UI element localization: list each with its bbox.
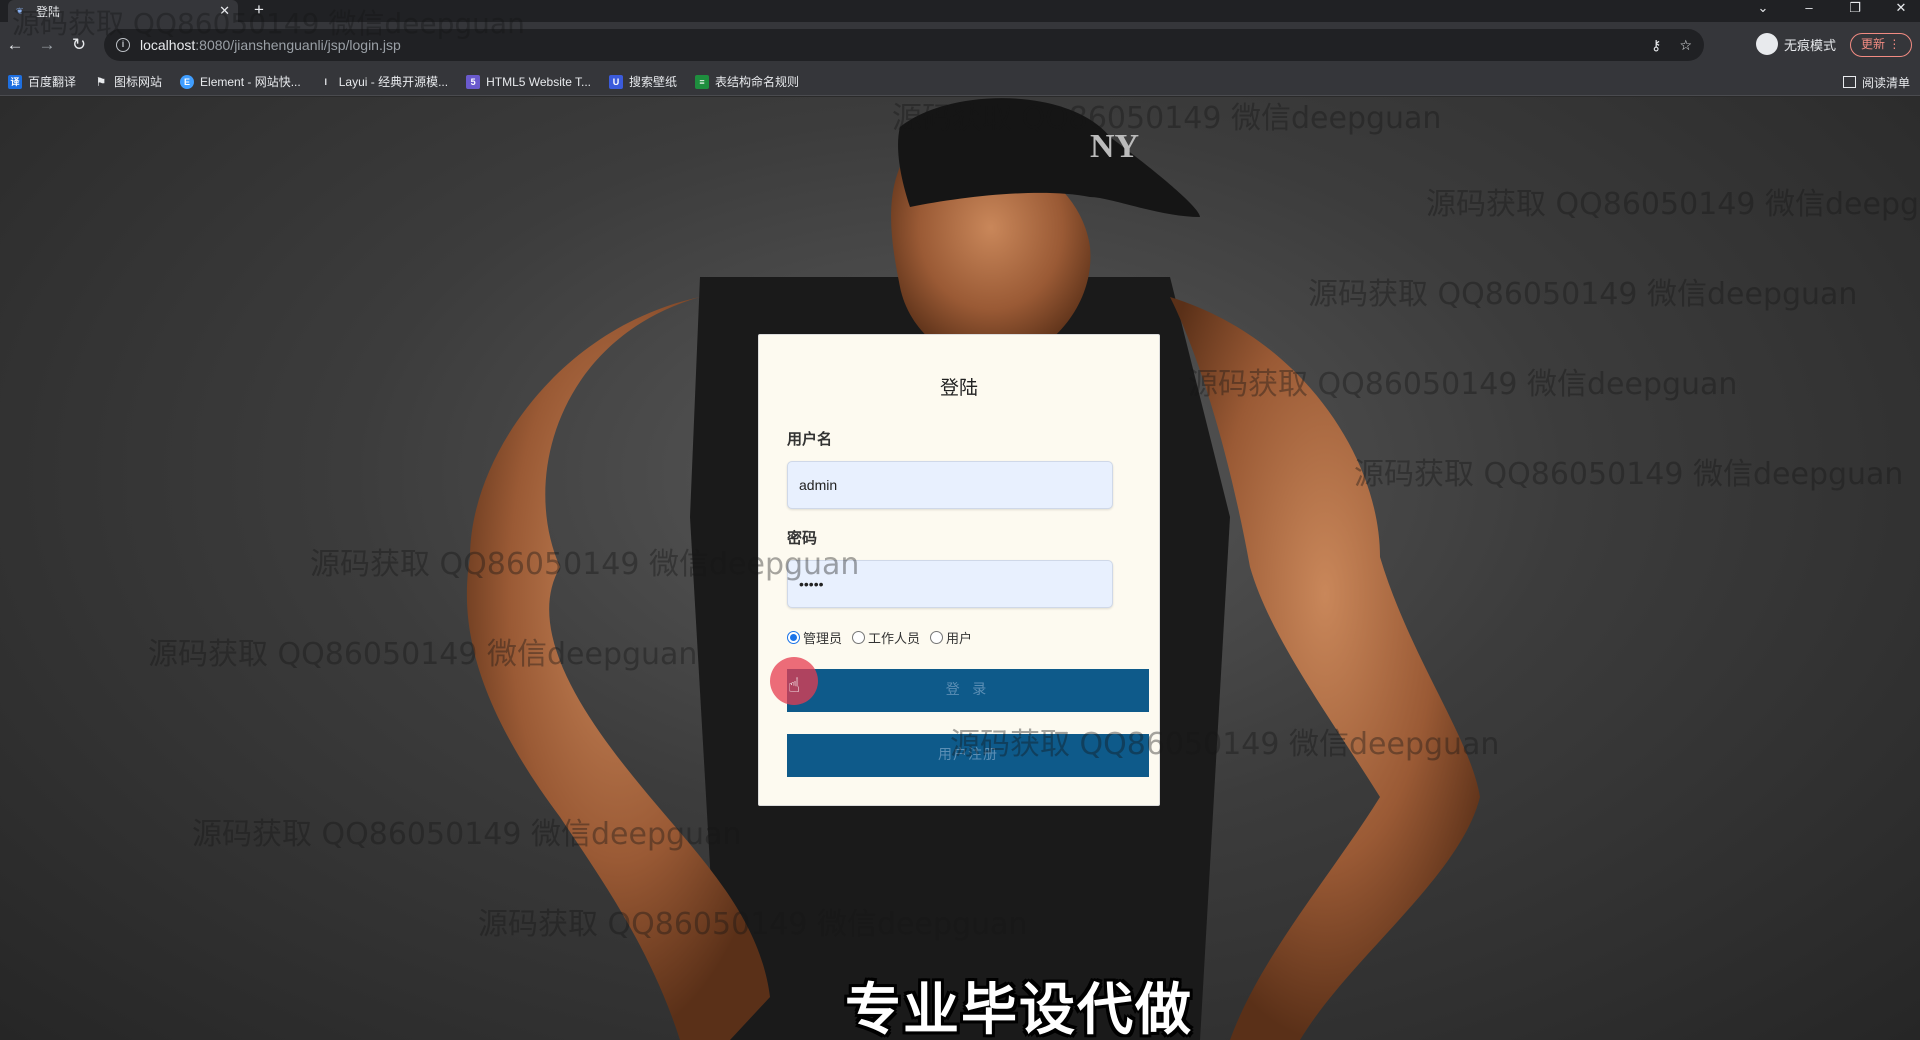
flag-icon: ⚑	[95, 74, 107, 89]
radio-admin[interactable]	[787, 631, 800, 644]
role-admin-option[interactable]: 管理员	[787, 628, 842, 647]
bookmark-item[interactable]: ⚑ 图标网站	[94, 73, 162, 90]
login-button[interactable]: 登 录	[787, 669, 1149, 712]
bookmark-label: 图标网站	[114, 75, 163, 89]
username-field[interactable]	[787, 461, 1113, 509]
incognito-label: 无痕模式	[1784, 37, 1837, 53]
reading-list-button[interactable]: 阅读清单	[1842, 68, 1910, 96]
back-icon[interactable]: ←	[2, 32, 28, 58]
bookmark-label: Element - 网站快...	[200, 75, 301, 89]
leaf-icon: ❦	[16, 6, 24, 16]
password-field[interactable]	[787, 560, 1113, 608]
forward-icon[interactable]: →	[34, 32, 60, 58]
bookmark-item[interactable]: E Element - 网站快...	[180, 73, 301, 90]
layui-icon: l	[324, 76, 327, 87]
close-tab-icon[interactable]: ✕	[219, 3, 230, 19]
bookmark-label: Layui - 经典开源模...	[338, 75, 449, 89]
bookmarks-bar: 译百度翻译 ⚑ 图标网站 E Element - 网站快... l Layui - 经…	[0, 68, 1920, 96]
tab-strip: ❦ 登陆 ✕ + ⌄ – ❐ ✕	[0, 0, 1920, 22]
url-path: :8080/jianshenguanli/jsp/login.jsp	[195, 37, 401, 53]
role-user-label: 用户	[946, 632, 973, 647]
screen: ❦ 登陆 ✕ + ⌄ – ❐ ✕ ← → ↻ i localhost:8080/…	[0, 0, 1920, 1040]
reading-list-label: 阅读清单	[1861, 75, 1910, 90]
reload-icon[interactable]: ↻	[66, 32, 92, 58]
tab-search-icon[interactable]: ⌄	[1748, 0, 1778, 22]
login-card: 登陆 用户名 密码 管理员 工作人员 用户 登 录 用户注册	[758, 334, 1160, 806]
bookmark-label: 搜索壁纸	[629, 75, 678, 89]
bookmark-star-icon[interactable]: ☆	[1679, 37, 1692, 54]
video-caption: 专业毕设代做	[845, 978, 1193, 1040]
url-host: localhost	[140, 37, 196, 53]
bookmark-label: 表结构命名规则	[715, 75, 800, 89]
wallpaper-icon: U	[609, 74, 624, 89]
update-button[interactable]: 更新 ⋮	[1850, 33, 1912, 57]
hand-cursor-icon: ☝	[788, 675, 801, 697]
incognito-indicator[interactable]: 无痕模式	[1756, 33, 1836, 55]
incognito-icon	[1756, 33, 1778, 55]
new-tab-icon[interactable]: +	[254, 0, 264, 22]
bookmark-item[interactable]: l Layui - 经典开源模...	[319, 73, 448, 90]
bookmark-item[interactable]: U 搜索壁纸	[609, 73, 677, 90]
bookmark-item[interactable]: 译百度翻译	[8, 73, 76, 90]
sheet-icon: ≡	[695, 74, 710, 89]
element-icon: E	[180, 74, 195, 89]
role-staff-label: 工作人员	[868, 632, 921, 647]
translate-icon: 译	[8, 74, 22, 89]
login-title: 登陆	[939, 377, 978, 399]
radio-user[interactable]	[930, 631, 944, 644]
role-radio-group: 管理员 工作人员 用户	[787, 628, 1131, 647]
register-button[interactable]: 用户注册	[787, 734, 1149, 777]
page-viewport: NY 登陆 用户名 密码 管理员 工作人员 用户 登 录 用户注册 ☝ 源码获取…	[0, 97, 1920, 1040]
close-window-icon[interactable]: ✕	[1886, 0, 1916, 22]
update-label: 更新	[1861, 37, 1886, 51]
radio-staff[interactable]	[852, 631, 866, 644]
browser-toolbar: ← → ↻ i localhost:8080/jianshenguanli/js…	[0, 22, 1920, 68]
address-bar[interactable]: i localhost:8080/jianshenguanli/jsp/logi…	[104, 29, 1704, 61]
minimize-icon[interactable]: –	[1794, 0, 1824, 22]
tab-title: 登陆	[36, 4, 61, 19]
bookmark-label: 百度翻译	[28, 75, 77, 89]
username-label: 用户名	[787, 430, 833, 448]
key-icon[interactable]: ⚷	[1651, 37, 1661, 54]
bookmark-item[interactable]: 5 HTML5 Website T...	[466, 74, 592, 89]
restore-icon[interactable]: ❐	[1840, 0, 1870, 22]
html5-icon: 5	[466, 74, 481, 89]
reading-list-icon	[1842, 76, 1856, 88]
role-admin-label: 管理员	[803, 632, 843, 647]
site-info-icon[interactable]: i	[116, 38, 130, 52]
bookmark-label: HTML5 Website T...	[486, 74, 592, 89]
role-user-option[interactable]: 用户	[930, 628, 972, 647]
role-staff-option[interactable]: 工作人员	[852, 628, 920, 647]
bookmark-item[interactable]: ≡ 表结构命名规则	[695, 73, 799, 90]
browser-tab[interactable]: ❦ 登陆 ✕	[8, 0, 238, 22]
svg-text:NY: NY	[1090, 128, 1139, 165]
password-label: 密码	[787, 529, 818, 547]
